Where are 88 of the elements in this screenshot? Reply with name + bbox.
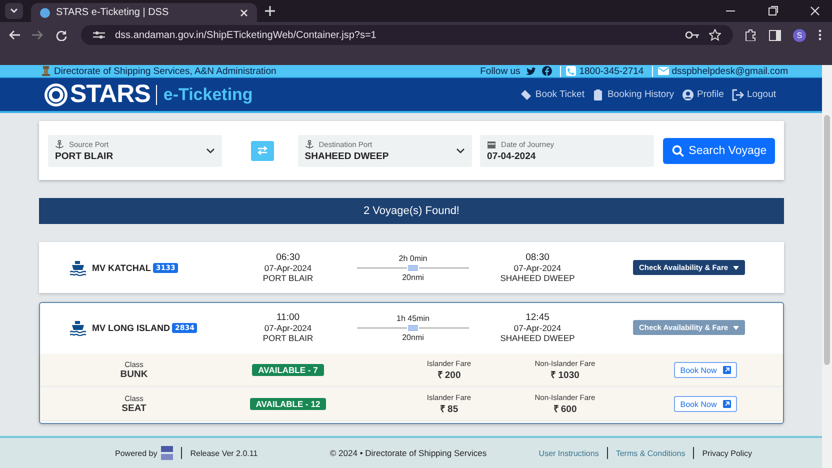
anchor-icon: [55, 140, 64, 148]
forward-icon: [32, 30, 44, 40]
distance: 20nmi: [402, 332, 424, 342]
site-icon: [40, 8, 50, 18]
chevron-down-icon: [206, 148, 216, 154]
twitter-icon: [526, 66, 536, 76]
port-name: PORT BLAIR: [262, 332, 314, 342]
back-icon: [8, 30, 20, 40]
logo-emblem-icon: [44, 82, 68, 106]
sidebar-icon: [769, 30, 781, 40]
results-banner: 2 Voyage(s) Found!: [39, 198, 784, 224]
port-name: SHAHEED DWEEP: [499, 272, 576, 282]
tab-list-icon: [5, 3, 23, 19]
search-icon: [672, 144, 684, 156]
time: 06:30: [275, 252, 301, 262]
availability-badge: AVAILABLE - 7: [252, 364, 324, 376]
key-icon: [685, 31, 699, 39]
fare-amount: ₹ 85: [440, 403, 458, 415]
fare-amount: ₹ 200: [437, 369, 461, 381]
avatar[interactable]: S: [793, 28, 806, 42]
ship-icon: [70, 320, 86, 336]
scrollbar-thumb[interactable]: [824, 115, 830, 365]
port-name: PORT BLAIR: [262, 272, 314, 282]
star-icon: [709, 29, 721, 41]
nav-link[interactable]: Logout: [732, 88, 776, 100]
class-name: BUNK: [120, 369, 148, 380]
calendar-icon: [487, 140, 496, 148]
ship-icon: [70, 260, 86, 276]
organization-name: Directorate of Shipping Services, A&N Administration: [54, 66, 276, 76]
partner-logo-icon: [161, 446, 174, 460]
site-info-icon: [93, 30, 105, 40]
sign-out-icon: [732, 88, 744, 100]
book-now-button[interactable]: Book Now: [674, 396, 737, 412]
release-version: Release Ver 2.0.11: [190, 448, 258, 458]
footer-link[interactable]: User Instructions: [538, 448, 599, 458]
anchor-icon: [304, 140, 314, 148]
browser-tab[interactable]: STARS e-Ticketing | DSS: [31, 3, 257, 22]
reload-icon: [56, 30, 67, 40]
book-now-button[interactable]: Book Now: [674, 362, 737, 378]
external-link-icon: [722, 400, 731, 408]
nav-link[interactable]: Profile: [682, 88, 724, 100]
footer-link[interactable]: Privacy Policy: [702, 448, 752, 458]
swap-button[interactable]: [251, 140, 274, 160]
caret-down-icon: [733, 326, 740, 330]
fare-amount: ₹ 600: [553, 403, 577, 415]
copyright-text: © 2024 • Directorate of Shipping Services: [330, 448, 487, 458]
distance: 20nmi: [402, 272, 424, 282]
close-icon: [810, 6, 820, 16]
emblem-icon: [42, 66, 50, 76]
class-name: SEAT: [122, 403, 146, 414]
logo-subtitle: e-Ticketing: [163, 84, 253, 104]
email-address: dsspbhelpdesk@gmail.com: [672, 66, 788, 76]
duration: 2h 0min: [398, 254, 428, 262]
address-bar[interactable]: dss.andaman.gov.in/ShipETicketingWeb/Container.jsp?s=1: [81, 25, 733, 45]
footer-link[interactable]: Terms & Conditions: [616, 448, 686, 458]
time: 08:30: [524, 252, 550, 262]
logo-text: STARS: [70, 80, 150, 109]
restore-icon: [768, 6, 778, 16]
nav-link[interactable]: Booking History: [592, 88, 674, 100]
date: 07-Apr-2024: [512, 262, 562, 272]
date: 07-Apr-2024: [512, 322, 562, 332]
nav-link[interactable]: Book Ticket: [520, 88, 584, 100]
follow-label: Follow us: [480, 66, 520, 76]
time: 12:45: [524, 312, 550, 322]
external-link-icon: [722, 366, 731, 374]
close-icon: [240, 8, 248, 16]
vessel-name: MV KATCHAL: [92, 262, 151, 272]
availability-badge: AVAILABLE - 12: [250, 398, 326, 410]
port-name: SHAHEED DWEEP: [499, 332, 576, 342]
more-icon: [818, 29, 822, 41]
date: 07-Apr-2024: [263, 322, 313, 332]
search-button[interactable]: Search Voyage: [663, 138, 776, 164]
caret-down-icon: [733, 266, 740, 270]
vessel-name: MV LONG ISLAND: [92, 322, 170, 332]
duration: 1h 45min: [396, 314, 430, 322]
clipboard-icon: [592, 88, 604, 100]
user-icon: [682, 88, 694, 100]
phone-number: 1800-345-2714: [579, 66, 644, 76]
route-line-icon: [357, 264, 469, 270]
time: 11:00: [275, 312, 301, 322]
route-line-icon: [357, 324, 469, 330]
extensions-icon: [745, 29, 757, 41]
new-tab-icon: [265, 6, 275, 16]
date: 07-Apr-2024: [263, 262, 313, 272]
chevron-down-icon: [456, 148, 466, 154]
powered-by-text: Powered by: [115, 448, 158, 458]
swap-arrows-icon: [257, 146, 268, 155]
fare-amount: ₹ 1030: [550, 369, 580, 381]
